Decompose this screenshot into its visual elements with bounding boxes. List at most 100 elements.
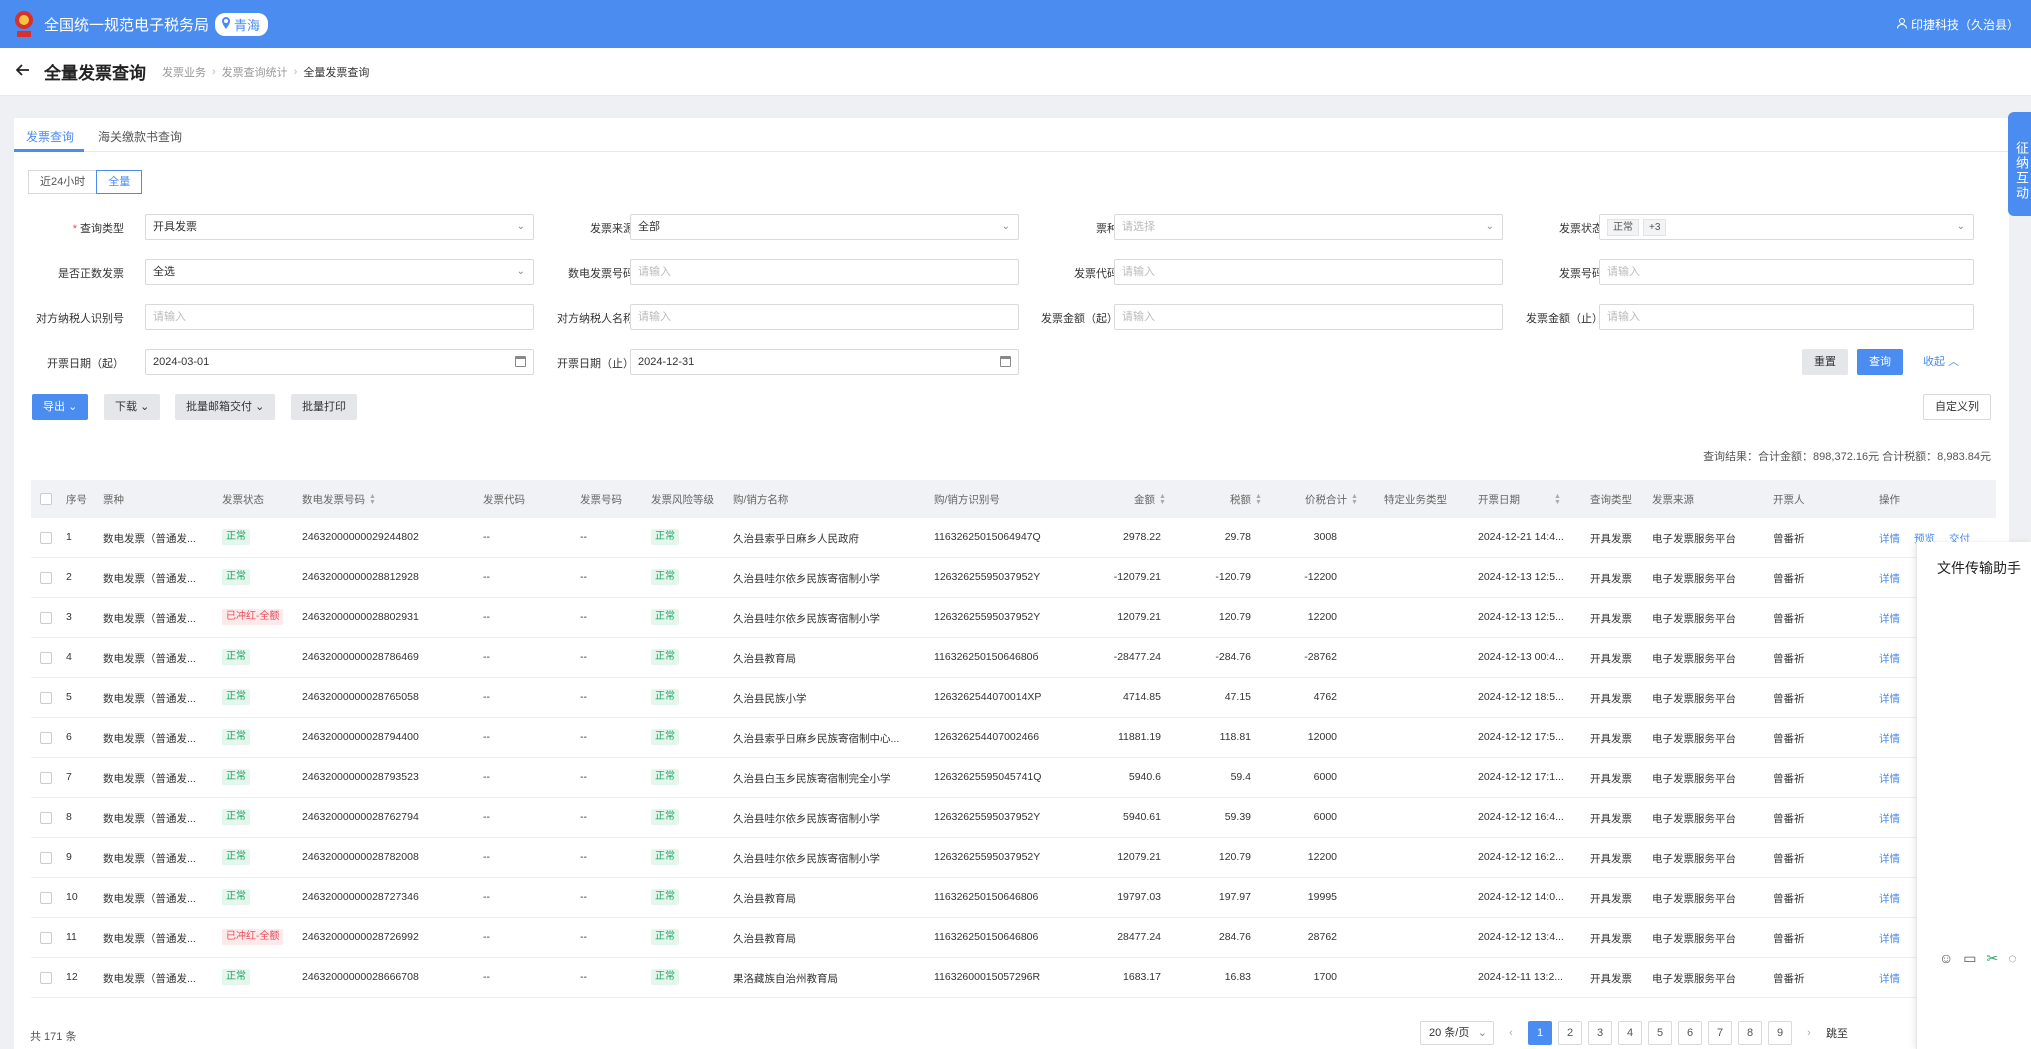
interaction-float-tab[interactable]: 征纳互动 bbox=[2008, 112, 2031, 216]
page-6[interactable]: 6 bbox=[1678, 1021, 1702, 1045]
status-multiselect[interactable]: 正常 +3 ⌄ bbox=[1599, 214, 1974, 240]
table-row[interactable]: 9 数电发票（普通发... 正常 24632000000028782008 -- -- 正常… bbox=[31, 838, 1996, 878]
page-1[interactable]: 1 bbox=[1528, 1021, 1552, 1045]
next-page-icon[interactable]: › bbox=[1798, 1027, 1820, 1039]
kind-select[interactable]: 请选择 ⌄ bbox=[1114, 214, 1503, 240]
positive-select[interactable]: 全选 ⌄ bbox=[145, 259, 534, 285]
page-5[interactable]: 5 bbox=[1648, 1021, 1672, 1045]
select-all-checkbox[interactable] bbox=[40, 493, 52, 505]
col-digital-no[interactable]: 数电发票号码 ▲ ▼ bbox=[302, 492, 376, 507]
table-row[interactable]: 4 数电发票（普通发... 正常 24632000000028786469 -- -- 正常… bbox=[31, 638, 1996, 678]
table-row[interactable]: 3 数电发票（普通发... 已冲红-全额 24632000000028802931 --… bbox=[31, 598, 1996, 638]
row-checkbox[interactable] bbox=[40, 612, 52, 624]
row-checkbox[interactable] bbox=[40, 772, 52, 784]
collapse-button[interactable]: 收起 ︿ bbox=[1923, 349, 1959, 375]
range-24h[interactable]: 近24小时 bbox=[28, 170, 98, 194]
row-checkbox[interactable] bbox=[40, 572, 52, 584]
region-selector[interactable]: 青海 bbox=[215, 12, 269, 36]
batch-mail-button[interactable]: 批量邮箱交付 ⌄ bbox=[175, 394, 276, 420]
status-badge: 正常 bbox=[222, 529, 250, 545]
number-input[interactable]: 请输入 bbox=[1599, 259, 1974, 285]
sort-icon[interactable]: ▲ ▼ bbox=[1255, 493, 1262, 506]
cell-total: 19995 bbox=[1307, 891, 1337, 903]
chat-icon[interactable]: ◌ bbox=[2008, 950, 2016, 967]
table-row[interactable]: 5 数电发票（普通发... 正常 24632000000028765058 -- -- 正常… bbox=[31, 678, 1996, 718]
range-all[interactable]: 全量 bbox=[96, 170, 143, 194]
row-checkbox[interactable] bbox=[40, 732, 52, 744]
party-name-input[interactable]: 请输入 bbox=[630, 304, 1019, 330]
detail-link[interactable]: 详情 bbox=[1879, 691, 1900, 706]
table-row[interactable]: 6 数电发票（普通发... 正常 24632000000028794400 -- -- 正常… bbox=[31, 718, 1996, 758]
date-to-picker[interactable]: 2024-12-31 bbox=[630, 349, 1019, 375]
detail-link[interactable]: 详情 bbox=[1879, 651, 1900, 666]
batch-print-button[interactable]: 批量打印 bbox=[291, 394, 357, 420]
table-row[interactable]: 8 数电发票（普通发... 正常 24632000000028762794 -- -- 正常… bbox=[31, 798, 1996, 838]
detail-link[interactable]: 详情 bbox=[1879, 851, 1900, 866]
party-id-input[interactable]: 请输入 bbox=[145, 304, 534, 330]
detail-link[interactable]: 详情 bbox=[1879, 531, 1900, 546]
page-4[interactable]: 4 bbox=[1618, 1021, 1642, 1045]
table-row[interactable]: 11 数电发票（普通发... 已冲红-全额 24632000000028726992 -… bbox=[31, 918, 1996, 958]
sort-icon[interactable]: ▲ ▼ bbox=[1351, 493, 1358, 506]
table-row[interactable]: 12 数电发票（普通发... 正常 24632000000028666708 -- -- 正… bbox=[31, 958, 1996, 998]
row-checkbox[interactable] bbox=[40, 892, 52, 904]
page-size-select[interactable]: 20 条/页 ⌄ bbox=[1420, 1021, 1494, 1045]
row-checkbox[interactable] bbox=[40, 652, 52, 664]
col-total[interactable]: 价税合计 ▲ ▼ bbox=[1305, 492, 1358, 507]
detail-link[interactable]: 详情 bbox=[1879, 611, 1900, 626]
prev-page-icon[interactable]: ‹ bbox=[1500, 1027, 1522, 1039]
row-checkbox[interactable] bbox=[40, 932, 52, 944]
detail-link[interactable]: 详情 bbox=[1879, 731, 1900, 746]
row-checkbox[interactable] bbox=[40, 532, 52, 544]
breadcrumb-item[interactable]: 发票查询统计 bbox=[222, 64, 288, 80]
detail-link[interactable]: 详情 bbox=[1879, 771, 1900, 786]
export-button[interactable]: 导出 ⌄ bbox=[32, 394, 89, 420]
custom-columns-button[interactable]: 自定义列 bbox=[1923, 394, 1991, 420]
detail-link[interactable]: 详情 bbox=[1879, 971, 1900, 986]
detail-link[interactable]: 详情 bbox=[1879, 571, 1900, 586]
col-tax[interactable]: 税额 ▲ ▼ bbox=[1230, 492, 1262, 507]
breadcrumb-item[interactable]: 发票业务 bbox=[162, 64, 206, 80]
sort-icon[interactable]: ▲ ▼ bbox=[1554, 493, 1561, 506]
table-row[interactable]: 7 数电发票（普通发... 正常 24632000000028793523 -- -- 正常… bbox=[31, 758, 1996, 798]
table-row[interactable]: 2 数电发票（普通发... 正常 24632000000028812928 -- -- 正常… bbox=[31, 558, 1996, 598]
code-input[interactable]: 请输入 bbox=[1114, 259, 1503, 285]
page-9[interactable]: 9 bbox=[1768, 1021, 1792, 1045]
amount-to-input[interactable]: 请输入 bbox=[1599, 304, 1974, 330]
page-2[interactable]: 2 bbox=[1558, 1021, 1582, 1045]
date-from-picker[interactable]: 2024-03-01 bbox=[145, 349, 534, 375]
sort-icon[interactable]: ▲ ▼ bbox=[1159, 493, 1166, 506]
status-more-tag: +3 bbox=[1643, 218, 1667, 236]
row-checkbox[interactable] bbox=[40, 852, 52, 864]
emoji-icon[interactable]: ☺ bbox=[1939, 950, 1953, 967]
table-row[interactable]: 10 数电发票（普通发... 正常 24632000000028727346 -- -- 正… bbox=[31, 878, 1996, 918]
detail-link[interactable]: 详情 bbox=[1879, 931, 1900, 946]
user-menu[interactable]: 印捷科技（久治县） bbox=[1896, 16, 2019, 33]
page-7[interactable]: 7 bbox=[1708, 1021, 1732, 1045]
col-amount[interactable]: 金额 ▲ ▼ bbox=[1134, 492, 1166, 507]
search-button[interactable]: 查询 bbox=[1857, 349, 1903, 375]
chevron-down-icon: ⌄ bbox=[1477, 1027, 1487, 1039]
source-select[interactable]: 全部 ⌄ bbox=[630, 214, 1019, 240]
tab-customs-query[interactable]: 海关缴款书查询 bbox=[98, 128, 182, 145]
row-checkbox[interactable] bbox=[40, 812, 52, 824]
sort-icon[interactable]: ▲ ▼ bbox=[369, 493, 376, 506]
table-row[interactable]: 1 数电发票（普通发... 正常 24632000000029244802 -- -- 正常… bbox=[31, 518, 1996, 558]
download-button[interactable]: 下载 ⌄ bbox=[104, 394, 161, 420]
reset-button[interactable]: 重置 bbox=[1802, 349, 1848, 375]
digital-no-input[interactable]: 请输入 bbox=[630, 259, 1019, 285]
page-8[interactable]: 8 bbox=[1738, 1021, 1762, 1045]
folder-icon[interactable]: ▭ bbox=[1963, 950, 1976, 967]
detail-link[interactable]: 详情 bbox=[1879, 891, 1900, 906]
tab-invoice-query[interactable]: 发票查询 bbox=[26, 128, 74, 145]
row-checkbox[interactable] bbox=[40, 972, 52, 984]
scissors-icon[interactable]: ✂ bbox=[1987, 950, 1999, 967]
query-type-select[interactable]: 开具发票 ⌄ bbox=[145, 214, 534, 240]
row-checkbox[interactable] bbox=[40, 692, 52, 704]
amount-from-input[interactable]: 请输入 bbox=[1114, 304, 1503, 330]
cell-issuer: 曾番祈 bbox=[1773, 773, 1805, 785]
detail-link[interactable]: 详情 bbox=[1879, 811, 1900, 826]
col-date[interactable]: 开票日期 ▲ ▼ bbox=[1478, 492, 1561, 507]
back-arrow-icon[interactable] bbox=[15, 63, 32, 81]
page-3[interactable]: 3 bbox=[1588, 1021, 1612, 1045]
